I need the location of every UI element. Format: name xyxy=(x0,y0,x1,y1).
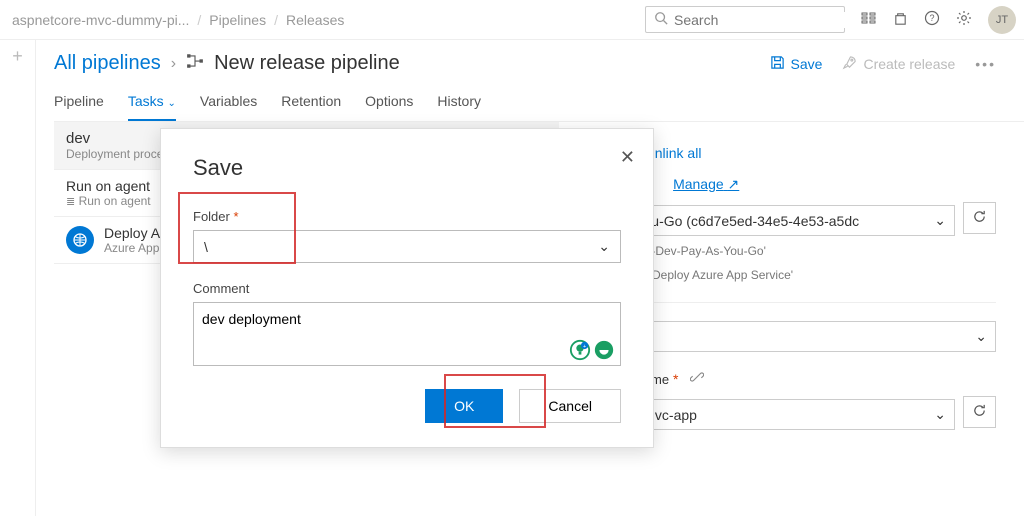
folder-dropdown[interactable]: \ ⌄ xyxy=(193,230,621,263)
breadcrumb-sep: / xyxy=(197,12,201,28)
save-dialog: ✕ Save Folder * \ ⌄ Comment OK Cancel + xyxy=(160,128,654,448)
ok-button[interactable]: OK xyxy=(425,389,503,423)
tab-options[interactable]: Options xyxy=(365,93,413,121)
settings-icon[interactable] xyxy=(956,10,972,29)
avatar-initials: JT xyxy=(996,14,1008,26)
chevron-down-icon: ⌄ xyxy=(975,328,987,345)
external-link-icon: ↗ xyxy=(728,176,740,192)
page-header: All pipelines › New release pipeline Sav… xyxy=(54,52,1024,75)
pipeline-title[interactable]: New release pipeline xyxy=(214,52,400,75)
refresh-button[interactable] xyxy=(963,396,996,428)
left-rail: + xyxy=(0,40,36,516)
save-button-label: Save xyxy=(791,56,823,72)
avatar[interactable]: JT xyxy=(988,6,1016,34)
search-icon xyxy=(654,11,668,28)
task-title: Run on agent xyxy=(66,178,151,194)
comment-label: Comment xyxy=(193,281,621,296)
topbar-actions: ? JT xyxy=(861,6,1016,34)
required-indicator: * xyxy=(233,209,238,224)
tab-tasks[interactable]: Tasks ⌄ xyxy=(128,93,176,121)
tab-retention[interactable]: Retention xyxy=(281,93,341,121)
folder-label: Folder * xyxy=(193,209,621,224)
manage-link[interactable]: Manage ↗ xyxy=(673,176,739,193)
rocket-icon xyxy=(842,55,857,73)
chevron-right-icon: › xyxy=(171,55,176,73)
work-items-icon[interactable] xyxy=(861,10,877,29)
comment-textarea[interactable] xyxy=(193,302,621,366)
svg-text:?: ? xyxy=(929,13,934,23)
dialog-title: Save xyxy=(193,155,621,181)
svg-text:+: + xyxy=(583,344,586,350)
chevron-down-icon: ⌄ xyxy=(934,212,946,229)
breadcrumb-project[interactable]: aspnetcore-mvc-dummy-pi... xyxy=(12,12,189,28)
breadcrumb-releases[interactable]: Releases xyxy=(286,12,344,28)
refresh-button[interactable] xyxy=(963,202,996,234)
create-release-label: Create release xyxy=(863,56,955,72)
required-indicator: * xyxy=(669,371,678,387)
search-box[interactable] xyxy=(645,6,845,33)
tabs: Pipeline Tasks ⌄ Variables Retention Opt… xyxy=(54,93,1024,122)
breadcrumb: aspnetcore-mvc-dummy-pi... / Pipelines /… xyxy=(8,12,348,28)
agent-icon: ≣ xyxy=(66,196,75,208)
create-release-button: Create release xyxy=(842,55,955,73)
tab-pipeline[interactable]: Pipeline xyxy=(54,93,104,121)
all-pipelines-link[interactable]: All pipelines xyxy=(54,52,161,75)
task-sub: ≣ Run on agent xyxy=(66,194,151,208)
tab-variables[interactable]: Variables xyxy=(200,93,257,121)
chevron-down-icon: ⌄ xyxy=(934,406,946,423)
breadcrumb-sep: / xyxy=(274,12,278,28)
azure-app-service-icon xyxy=(66,226,94,254)
help-icon[interactable]: ? xyxy=(924,10,940,29)
save-button[interactable]: Save xyxy=(770,55,823,73)
chevron-down-icon: ⌄ xyxy=(598,238,610,255)
cancel-button[interactable]: Cancel xyxy=(519,389,621,423)
chevron-down-icon: ⌄ xyxy=(168,98,176,109)
tab-history[interactable]: History xyxy=(437,93,481,121)
more-actions-icon[interactable]: ••• xyxy=(975,56,996,72)
folder-value: \ xyxy=(204,239,208,255)
top-bar: aspnetcore-mvc-dummy-pi... / Pipelines /… xyxy=(0,0,1024,40)
add-icon[interactable]: + xyxy=(12,46,23,516)
feedback-widget[interactable]: + xyxy=(569,339,615,361)
save-icon xyxy=(770,55,785,73)
search-input[interactable] xyxy=(674,12,855,28)
close-icon[interactable]: ✕ xyxy=(620,147,635,168)
link-icon xyxy=(690,371,704,387)
pipeline-icon xyxy=(186,52,204,75)
breadcrumb-pipelines[interactable]: Pipelines xyxy=(209,12,266,28)
marketplace-icon[interactable] xyxy=(893,11,908,29)
